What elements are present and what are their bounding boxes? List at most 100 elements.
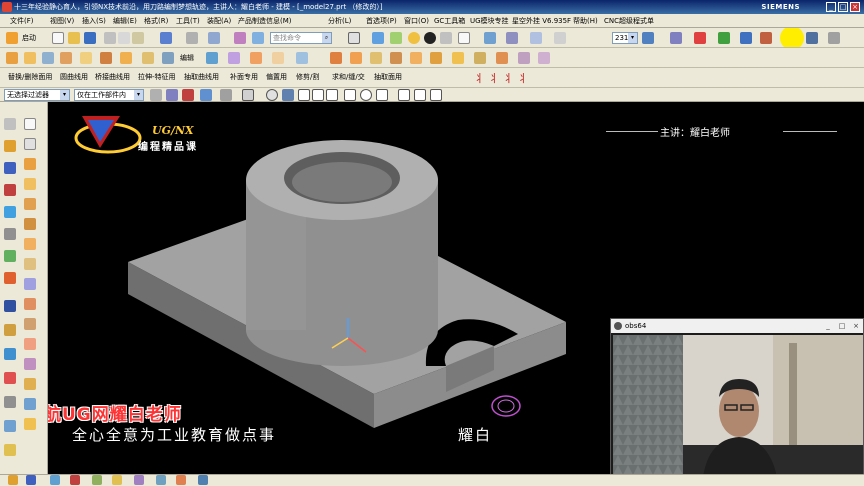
midpoint-snap-icon[interactable]: [740, 32, 752, 44]
snap-mid-icon[interactable]: [326, 89, 338, 101]
pattern-icon[interactable]: [496, 52, 508, 64]
cone-icon[interactable]: [24, 198, 36, 210]
analysis-icon[interactable]: [4, 420, 16, 432]
part-navigator-tab-icon[interactable]: [4, 140, 16, 152]
snap-center-icon[interactable]: [360, 89, 372, 101]
snap-intersection-icon[interactable]: [344, 89, 356, 101]
snap-end-icon[interactable]: [312, 89, 324, 101]
part-navigator-icon[interactable]: [642, 32, 654, 44]
view-orient-icon[interactable]: [484, 32, 496, 44]
unite-sew-intersect-button[interactable]: 求和/缝/交: [332, 68, 365, 86]
history-icon[interactable]: [4, 184, 16, 196]
paste-icon[interactable]: [132, 32, 144, 44]
webcam-maximize-button[interactable]: □: [837, 321, 847, 331]
measure-icon[interactable]: [554, 32, 566, 44]
minimize-button[interactable]: _: [826, 2, 836, 12]
point-snap-icon[interactable]: [694, 32, 706, 44]
draft-icon[interactable]: [272, 52, 284, 64]
snap-perpendicular-icon[interactable]: [414, 89, 426, 101]
rotate-icon[interactable]: [408, 32, 420, 44]
trim-body-icon[interactable]: [296, 52, 308, 64]
face-rule-icon[interactable]: [220, 89, 232, 101]
taskbar-icon[interactable]: [198, 475, 208, 485]
center-snap-icon[interactable]: [760, 32, 772, 44]
snap-grid-icon[interactable]: [282, 89, 294, 101]
menu-view[interactable]: 视图(V): [48, 14, 76, 27]
new-file-icon[interactable]: [52, 32, 64, 44]
webcam-minimize-button[interactable]: _: [823, 321, 833, 331]
n-sided-icon[interactable]: [24, 338, 36, 350]
menu-gc-toolkit[interactable]: GC工具箱: [432, 14, 467, 27]
command-finder-icon[interactable]: [234, 32, 246, 44]
type-filter-select[interactable]: 无选择过滤器 ▾: [4, 89, 70, 101]
menu-tools[interactable]: 工具(T): [174, 14, 202, 27]
open-folder-icon[interactable]: [68, 32, 80, 44]
taskbar-icon[interactable]: [92, 475, 102, 485]
roles-icon[interactable]: [4, 250, 16, 262]
patch-face-button[interactable]: 补面专用: [230, 68, 258, 86]
webcam-title-bar[interactable]: obs64 _ □ ×: [611, 319, 863, 333]
mirror-icon[interactable]: [518, 52, 530, 64]
wcs-icon[interactable]: [530, 32, 542, 44]
menu-pmi[interactable]: 产品制造信息(M): [236, 14, 294, 27]
bridge-curve-button[interactable]: 桥接曲线用: [95, 68, 130, 86]
sew-icon[interactable]: [24, 418, 36, 430]
extract-curve-button[interactable]: 抽取曲线用: [184, 68, 219, 86]
delete-face-icon[interactable]: [430, 52, 442, 64]
pad-icon[interactable]: [100, 52, 112, 64]
system-materials-icon[interactable]: [4, 228, 16, 240]
sketch-icon[interactable]: [24, 118, 36, 130]
replace-delete-face-button[interactable]: 替换/删除面用: [8, 68, 52, 86]
through-curves-icon[interactable]: [24, 298, 36, 310]
sphere-icon[interactable]: [24, 218, 36, 230]
extract-face-button[interactable]: 抽取面用: [374, 68, 402, 86]
section-view-icon[interactable]: [506, 32, 518, 44]
menu-edit[interactable]: 编辑(E): [111, 14, 139, 27]
web-browser-icon[interactable]: [4, 206, 16, 218]
reuse-library-icon[interactable]: [4, 162, 16, 174]
menu-assembly[interactable]: 装配(A): [205, 14, 233, 27]
rectangle-select-icon[interactable]: [242, 89, 254, 101]
webcam-window[interactable]: obs64 _ □ ×: [610, 318, 864, 478]
snap-line-icon[interactable]: [298, 89, 310, 101]
layer-icon[interactable]: [458, 32, 470, 44]
chamfer-icon[interactable]: [228, 52, 240, 64]
shading-icon[interactable]: [424, 32, 436, 44]
bounded-plane-icon[interactable]: [24, 378, 36, 390]
copy-icon[interactable]: [118, 32, 130, 44]
menu-preferences[interactable]: 首选项(P): [364, 14, 399, 27]
zoom-icon[interactable]: [390, 32, 402, 44]
menu-xingkong-plugin[interactable]: 星空外挂 V6.935F: [510, 14, 573, 27]
tube-icon[interactable]: [24, 238, 36, 250]
taskbar-icon[interactable]: [112, 475, 122, 485]
subtract-icon[interactable]: [350, 52, 362, 64]
filter-icon[interactable]: [166, 89, 178, 101]
maximize-button[interactable]: □: [838, 2, 848, 12]
taskbar-icon[interactable]: [156, 475, 166, 485]
menu-insert[interactable]: 插入(S): [80, 14, 108, 27]
boss-icon[interactable]: [60, 52, 72, 64]
curve-tools-icon[interactable]: ⺦ ⺦ ⺦ ⺦: [474, 70, 529, 86]
offset-button[interactable]: 偏置用: [266, 68, 287, 86]
menu-window[interactable]: 窗口(O): [402, 14, 431, 27]
extrude-icon[interactable]: [6, 52, 18, 64]
quick-pick-icon[interactable]: [806, 32, 818, 44]
move-face-icon[interactable]: [452, 52, 464, 64]
menu-cnc-sheet[interactable]: CNC超级程式单: [602, 14, 656, 27]
studio-surface-icon[interactable]: [24, 358, 36, 370]
taskbar-icon[interactable]: [70, 475, 80, 485]
menu-format[interactable]: 格式(R): [142, 14, 170, 27]
select-tool-icon[interactable]: [348, 32, 360, 44]
menu-file[interactable]: 文件(F): [8, 14, 36, 27]
display-icon[interactable]: [4, 348, 16, 360]
taskbar-icon[interactable]: [134, 475, 144, 485]
touch-mode-icon[interactable]: [252, 32, 264, 44]
unite-icon[interactable]: [330, 52, 342, 64]
hole-icon[interactable]: [42, 52, 54, 64]
fit-view-icon[interactable]: [372, 32, 384, 44]
block-icon[interactable]: [24, 158, 36, 170]
assembly-navigator-icon[interactable]: [4, 118, 16, 130]
snap-point-icon[interactable]: [182, 89, 194, 101]
offset-face-icon[interactable]: [390, 52, 402, 64]
taskbar-icon[interactable]: [50, 475, 60, 485]
